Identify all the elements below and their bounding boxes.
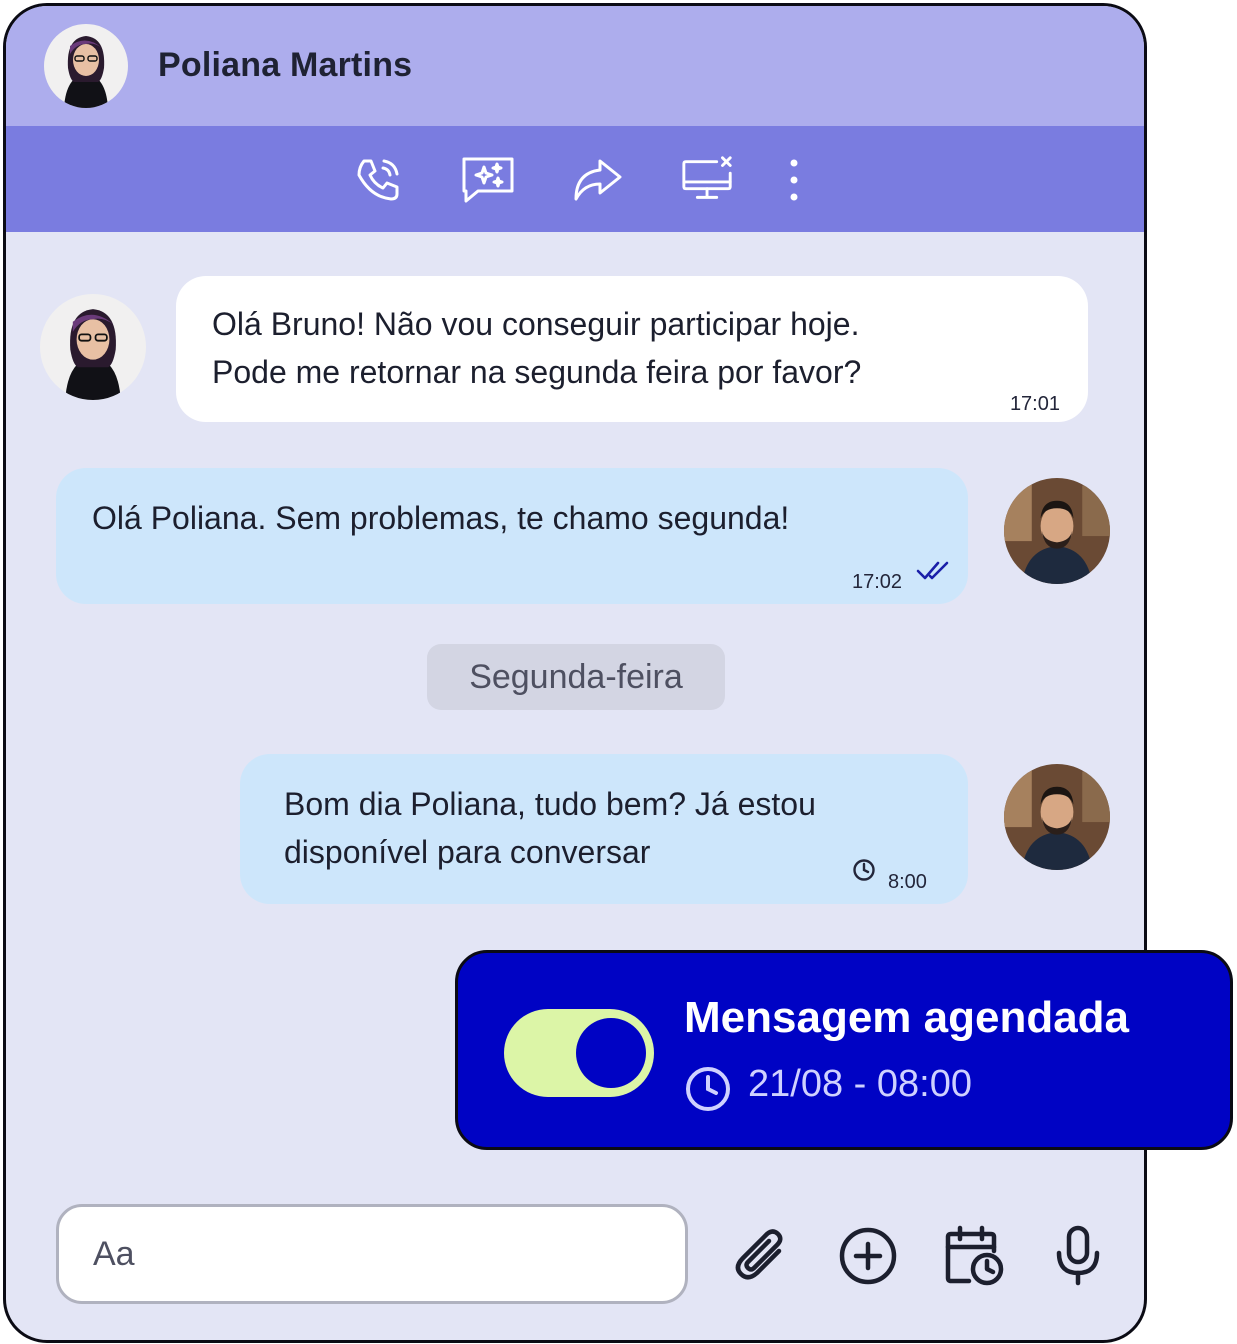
message-time: 8:00 (888, 871, 927, 893)
message-bubble-incoming[interactable]: Olá Bruno! Não vou conseguir participar … (176, 276, 1088, 422)
ai-chat-icon[interactable] (460, 152, 516, 208)
microphone-icon[interactable] (1046, 1224, 1110, 1288)
message-text: Bom dia Poliana, tudo bem? Já estou disp… (284, 786, 816, 870)
clock-icon (853, 859, 875, 881)
message-composer (56, 1204, 688, 1304)
user-avatar[interactable] (1004, 478, 1110, 584)
scheduled-datetime: 21/08 - 08:00 (748, 1063, 972, 1105)
day-separator: Segunda-feira (427, 644, 725, 710)
user-avatar[interactable] (1004, 764, 1110, 870)
message-text: Olá Poliana. Sem problemas, te chamo seg… (92, 500, 790, 536)
more-vertical-icon[interactable] (766, 152, 822, 208)
clock-icon (686, 1067, 730, 1111)
phone-call-icon[interactable] (350, 152, 406, 208)
screen-share-off-icon[interactable] (680, 152, 736, 208)
message-bubble-outgoing[interactable]: Bom dia Poliana, tudo bem? Já estou disp… (240, 754, 968, 904)
schedule-toggle[interactable] (504, 1009, 654, 1097)
scheduled-message-card: Mensagem agendada 21/08 - 08:00 (455, 950, 1233, 1150)
contact-name[interactable]: Poliana Martins (158, 46, 412, 85)
forward-icon[interactable] (570, 152, 626, 208)
chat-toolbar (6, 126, 1144, 232)
contact-avatar[interactable] (40, 294, 146, 400)
read-double-check-icon (916, 561, 949, 580)
toggle-knob (576, 1018, 646, 1088)
message-input[interactable] (91, 1229, 655, 1279)
scheduled-title: Mensagem agendada (684, 993, 1130, 1042)
message-bubble-outgoing[interactable]: Olá Poliana. Sem problemas, te chamo seg… (56, 468, 968, 604)
message-text: Olá Bruno! Não vou conseguir participar … (212, 306, 862, 390)
message-time: 17:02 (852, 571, 903, 593)
contact-avatar[interactable] (44, 24, 128, 108)
add-circle-icon[interactable] (836, 1224, 900, 1288)
chat-header: Poliana Martins (6, 6, 1144, 126)
message-time: 17:01 (1009, 393, 1060, 415)
calendar-clock-icon[interactable] (942, 1224, 1006, 1288)
paperclip-icon[interactable] (730, 1224, 794, 1288)
